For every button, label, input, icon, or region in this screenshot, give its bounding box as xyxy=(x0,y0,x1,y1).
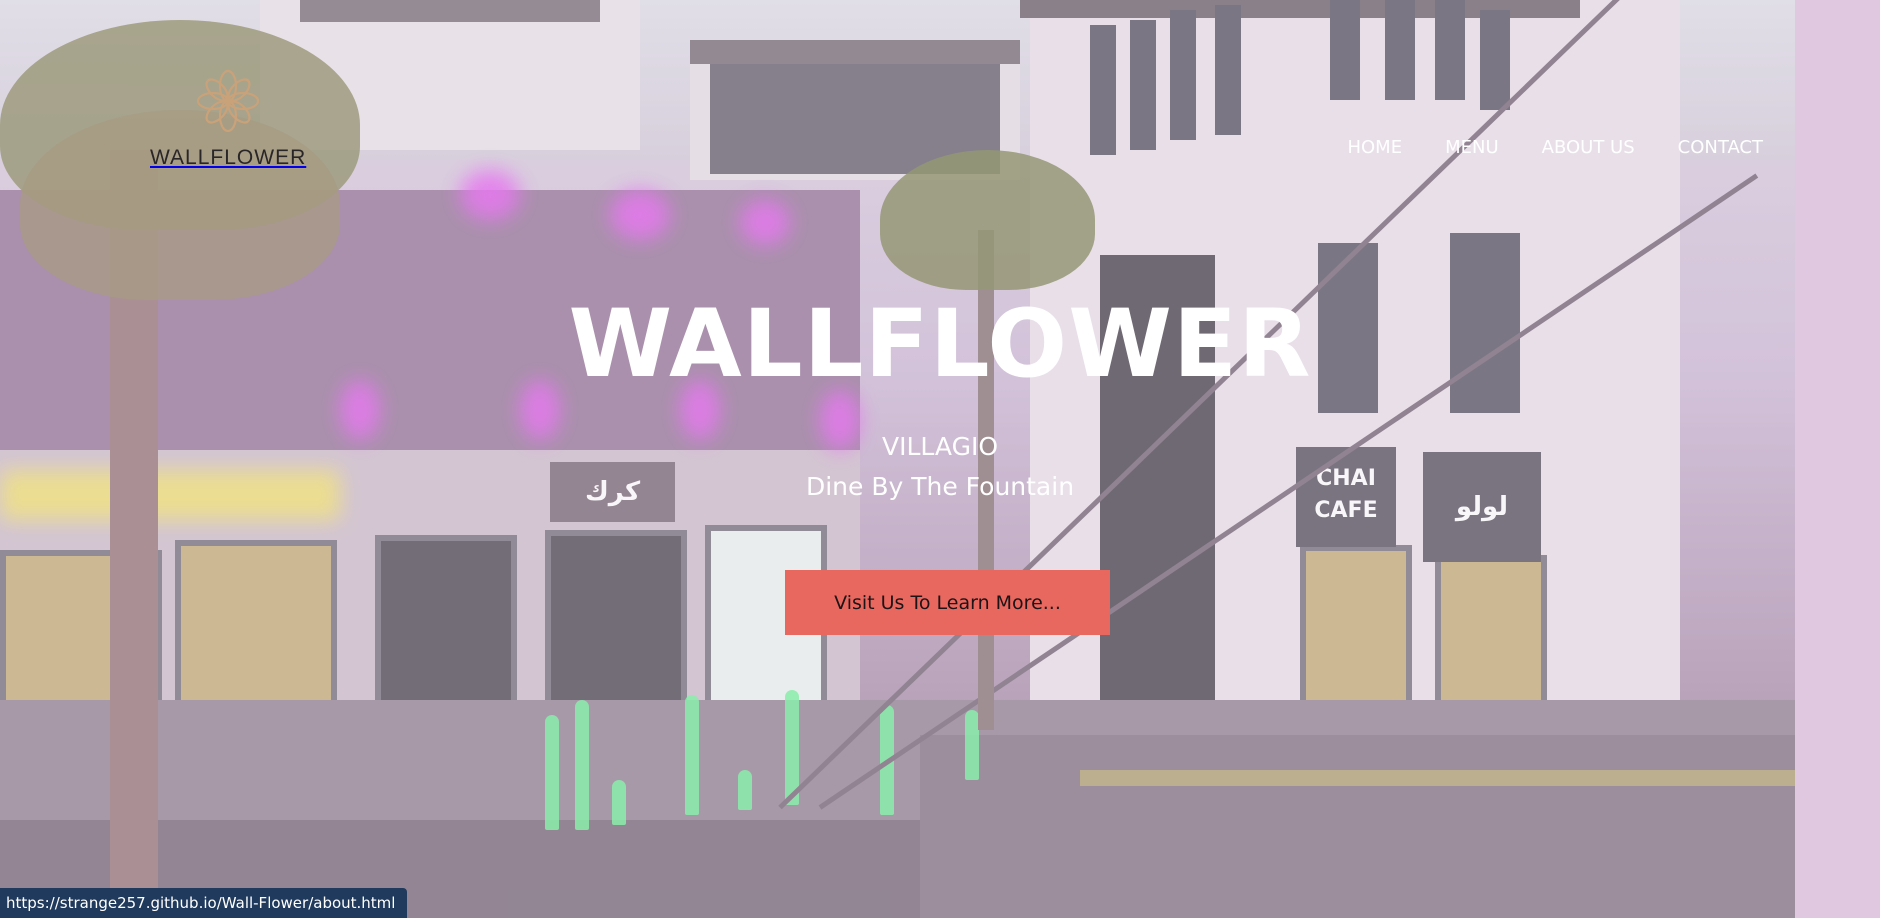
visit-us-button[interactable]: Visit Us To Learn More... xyxy=(785,570,1110,635)
nav-item-menu[interactable]: MENU xyxy=(1445,137,1499,158)
logo-text: WALLFLOWER xyxy=(150,146,307,169)
nav-item-about-us[interactable]: ABOUT US xyxy=(1542,137,1635,158)
hero-section: كرك CHAI CAFE لولو WALLFLOWER HOME MENU … xyxy=(0,0,1880,918)
main-nav: HOME MENU ABOUT US CONTACT xyxy=(1304,137,1763,158)
hero-subtitle-tagline: Dine By The Fountain xyxy=(805,472,1075,501)
flower-icon xyxy=(196,69,259,133)
nav-item-contact[interactable]: CONTACT xyxy=(1678,137,1763,158)
status-bar-url: https://strange257.github.io/Wall-Flower… xyxy=(0,888,408,918)
site-logo[interactable]: WALLFLOWER xyxy=(150,66,305,184)
nav-item-home[interactable]: HOME xyxy=(1347,137,1402,158)
hero-title: WALLFLOWER xyxy=(568,290,1312,399)
hero-subtitle-location: VILLAGIO xyxy=(882,432,998,461)
